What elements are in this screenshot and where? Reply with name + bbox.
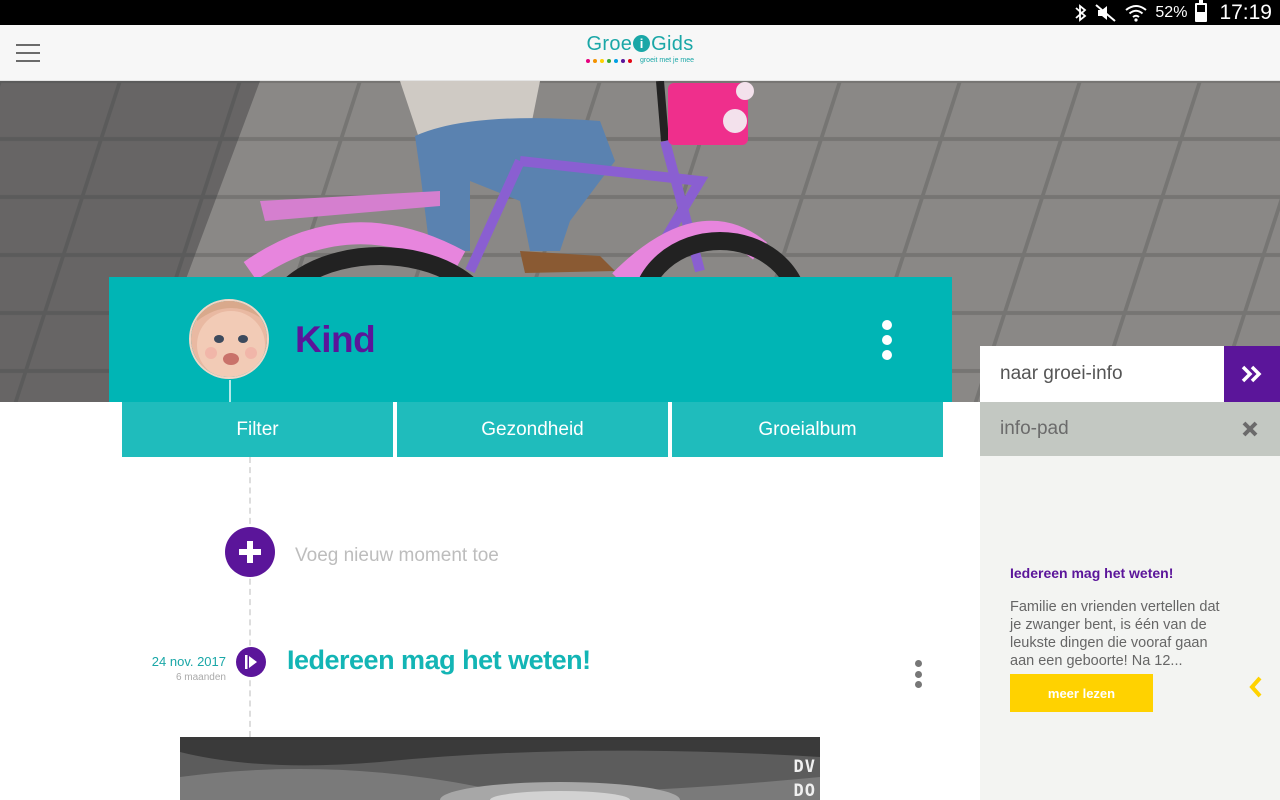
tab-gezondheid[interactable]: Gezondheid [397,402,668,457]
child-profile-card: Kind [109,277,952,402]
groeigids-logo: Groe i Gids groeit met je mee [585,33,695,64]
groei-info-link[interactable]: naar groei-info [980,346,1224,402]
logo-dot [613,58,618,63]
tab-groeialbum[interactable]: Groeialbum [672,402,943,457]
logo-dot [620,58,625,63]
moment-options-icon[interactable] [911,660,925,688]
battery-percent: 52% [1155,3,1188,21]
child-avatar[interactable] [189,299,269,379]
status-bar: 52% 17:19 [0,0,1280,25]
app-bar: Groe i Gids groeit met je mee [0,25,1280,81]
more-vertical-icon[interactable] [879,320,895,360]
add-moment-label[interactable]: Voeg nieuw moment toe [295,545,499,567]
logo-dot [585,58,590,63]
logo-dot [606,58,611,63]
hamburger-menu-icon[interactable] [16,44,40,62]
close-icon[interactable] [1238,417,1262,441]
logo-tagline: groeit met je mee [639,57,695,64]
moment-title[interactable]: Iedereen mag het weten! [287,645,591,676]
logo-dot [599,58,604,63]
logo-dot [627,58,632,63]
timeline-connector [229,380,231,402]
photo-overlay-text: DV DO [793,757,816,800]
wifi-icon [1125,4,1148,22]
mute-icon [1095,3,1117,22]
flag-icon [236,647,266,677]
article-title[interactable]: Iedereen mag het weten! [1010,565,1173,581]
clock: 17:19 [1219,0,1272,24]
tab-filter[interactable]: Filter [122,402,393,457]
plus-icon [239,541,261,563]
moment-date: 24 nov. 2017 6 maanden [120,654,226,683]
moment-photo[interactable]: DV DO [180,737,820,800]
info-pad-header: info-pad [980,402,1280,456]
moment-age: 6 maanden [175,672,226,683]
profile-tabs: Filter Gezondheid Groeialbum [122,402,943,457]
chevron-left-icon[interactable] [1244,671,1268,703]
logo-dot [592,58,597,63]
timeline-line [249,457,251,737]
read-more-button[interactable]: meer lezen [1010,674,1153,712]
double-chevron-right-icon[interactable] [1224,346,1280,402]
child-name: Kind [295,319,376,360]
add-moment-button[interactable] [225,527,275,577]
app-screen: 52% 17:19 GroeiGids groeit met je mee [0,0,1280,800]
moment-date-text: 24 nov. 2017 [151,654,226,669]
article-body: Familie en vrienden vertellen dat je zwa… [1010,599,1220,669]
info-pad-label: info-pad [1000,418,1069,439]
battery-icon [1195,0,1208,22]
bluetooth-icon [1075,3,1087,22]
